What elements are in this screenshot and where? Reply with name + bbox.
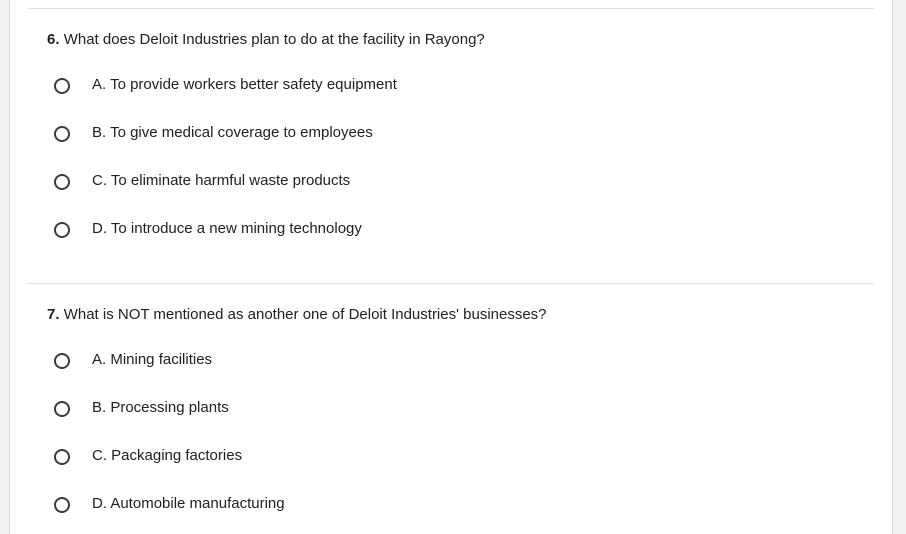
option-label: B. To give medical coverage to employees <box>92 124 373 141</box>
option-label: B. Processing plants <box>92 399 229 416</box>
question-number: 6. <box>47 31 60 48</box>
radio-button[interactable] <box>54 353 70 369</box>
option-7d[interactable]: D. Automobile manufacturing <box>52 493 552 517</box>
option-7a[interactable]: A. Mining facilities <box>52 349 552 373</box>
radio-button[interactable] <box>54 449 70 465</box>
option-label: C. To eliminate harmful waste products <box>92 172 351 189</box>
option-label: A. Mining facilities <box>92 351 213 368</box>
question-number: 7. <box>47 306 60 323</box>
radio-button[interactable] <box>54 222 70 238</box>
radio-button[interactable] <box>54 174 70 190</box>
option-7b[interactable]: B. Processing plants <box>52 397 552 421</box>
option-6a[interactable]: A. To provide workers better safety equi… <box>52 74 552 98</box>
question-text: 7. What is NOT mentioned as another one … <box>47 305 547 325</box>
option-label: A. To provide workers better safety equi… <box>92 76 397 93</box>
option-label: D. Automobile manufacturing <box>92 495 285 512</box>
divider <box>28 283 874 284</box>
radio-button[interactable] <box>54 497 70 513</box>
option-6b[interactable]: B. To give medical coverage to employees <box>52 122 552 146</box>
option-label: D. To introduce a new mining technology <box>92 220 362 237</box>
option-6c[interactable]: C. To eliminate harmful waste products <box>52 170 552 194</box>
option-7c[interactable]: C. Packaging factories <box>52 445 552 469</box>
question-prompt: What is NOT mentioned as another one of … <box>63 306 547 323</box>
divider <box>28 8 874 9</box>
option-label: C. Packaging factories <box>92 447 243 464</box>
question-prompt: What does Deloit Industries plan to do a… <box>63 31 485 48</box>
radio-button[interactable] <box>54 78 70 94</box>
option-6d[interactable]: D. To introduce a new mining technology <box>52 218 552 242</box>
quiz-card: 6. What does Deloit Industries plan to d… <box>9 0 893 534</box>
radio-button[interactable] <box>54 126 70 142</box>
radio-button[interactable] <box>54 401 70 417</box>
question-text: 6. What does Deloit Industries plan to d… <box>47 30 485 50</box>
